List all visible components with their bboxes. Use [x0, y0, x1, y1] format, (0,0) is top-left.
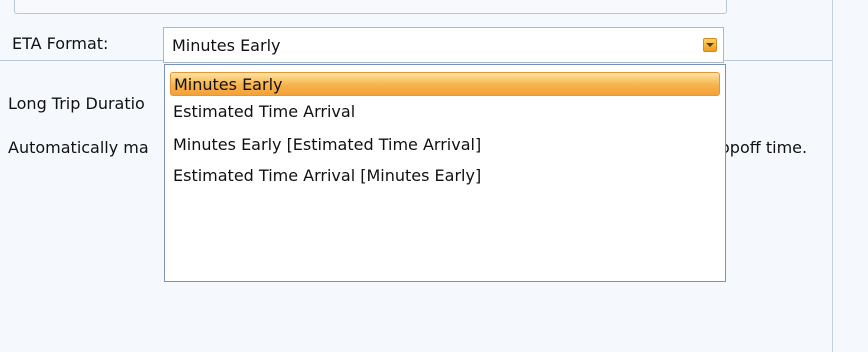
eta-format-label: ETA Format:	[12, 34, 109, 53]
long-trip-duration-label: Long Trip Duratio	[8, 94, 145, 113]
eta-format-dropdown-list: Minutes Early Estimated Time Arrival Min…	[164, 64, 726, 282]
chevron-down-icon	[706, 43, 714, 47]
option-estimated-time-arrival[interactable]: Estimated Time Arrival	[173, 100, 355, 124]
option-minutes-early[interactable]: Minutes Early	[170, 72, 720, 96]
option-minutes-early-with-eta[interactable]: Minutes Early [Estimated Time Arrival]	[173, 133, 481, 157]
group-box-top	[14, 0, 727, 14]
eta-format-dropdown-button[interactable]	[703, 38, 717, 52]
auto-text-right: opoff time.	[720, 138, 808, 157]
auto-text-left: Automatically ma	[8, 138, 149, 157]
settings-panel: ETA Format: Minutes Early Long Trip Dura…	[0, 0, 868, 352]
right-edge-panel	[832, 0, 868, 352]
option-eta-with-minutes-early[interactable]: Estimated Time Arrival [Minutes Early]	[173, 164, 481, 188]
eta-format-combobox[interactable]: Minutes Early	[163, 27, 724, 63]
eta-format-value: Minutes Early	[172, 36, 281, 55]
